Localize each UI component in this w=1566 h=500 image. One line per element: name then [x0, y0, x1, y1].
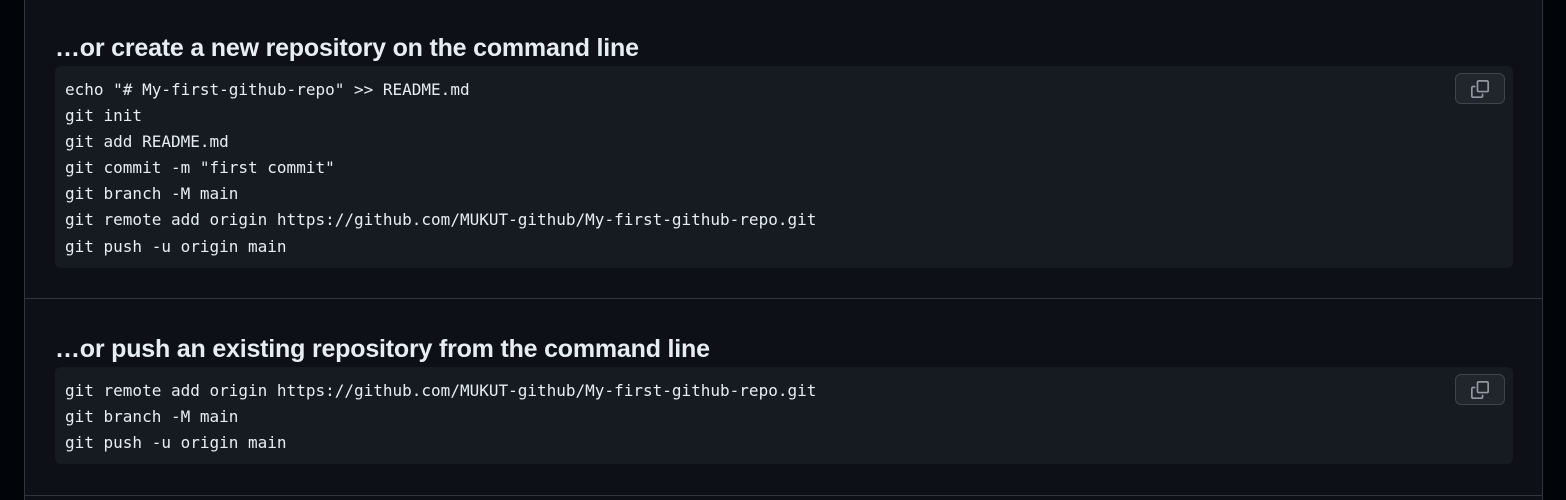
push-existing-repo-code-block: git remote add origin https://github.com…: [55, 367, 1513, 464]
push-existing-repo-section: …or push an existing repository from the…: [25, 299, 1542, 496]
push-existing-repo-commands[interactable]: git remote add origin https://github.com…: [65, 378, 816, 456]
copy-push-commands-button[interactable]: [1455, 374, 1505, 405]
command-line: echo "# My-first-github-repo" >> README.…: [65, 80, 470, 99]
create-new-repo-code-block: echo "# My-first-github-repo" >> README.…: [55, 66, 1513, 268]
quick-setup-panel: …or create a new repository on the comma…: [24, 0, 1543, 500]
copy-create-commands-button[interactable]: [1455, 73, 1505, 104]
command-line: git branch -M main: [65, 407, 239, 427]
push-existing-repo-heading: …or push an existing repository from the…: [55, 335, 710, 363]
command-line: git push -u origin main: [65, 433, 287, 453]
command-line: git push -u origin main: [65, 236, 287, 256]
command-line: git branch -M main: [65, 184, 239, 204]
create-new-repo-commands[interactable]: echo "# My-first-github-repo" >> README.…: [65, 77, 816, 260]
command-line: git add README.md: [65, 132, 229, 152]
command-line: git init: [65, 106, 143, 126]
copy-icon: [1471, 380, 1489, 399]
create-new-repo-heading: …or create a new repository on the comma…: [55, 34, 639, 62]
copy-icon: [1471, 79, 1489, 98]
command-line: git commit -m "first commit": [65, 158, 335, 178]
command-line: git remote add origin https://github.com…: [65, 210, 817, 230]
create-new-repo-section: …or create a new repository on the comma…: [25, 0, 1542, 299]
command-line: git remote add origin https://github.com…: [65, 381, 817, 400]
